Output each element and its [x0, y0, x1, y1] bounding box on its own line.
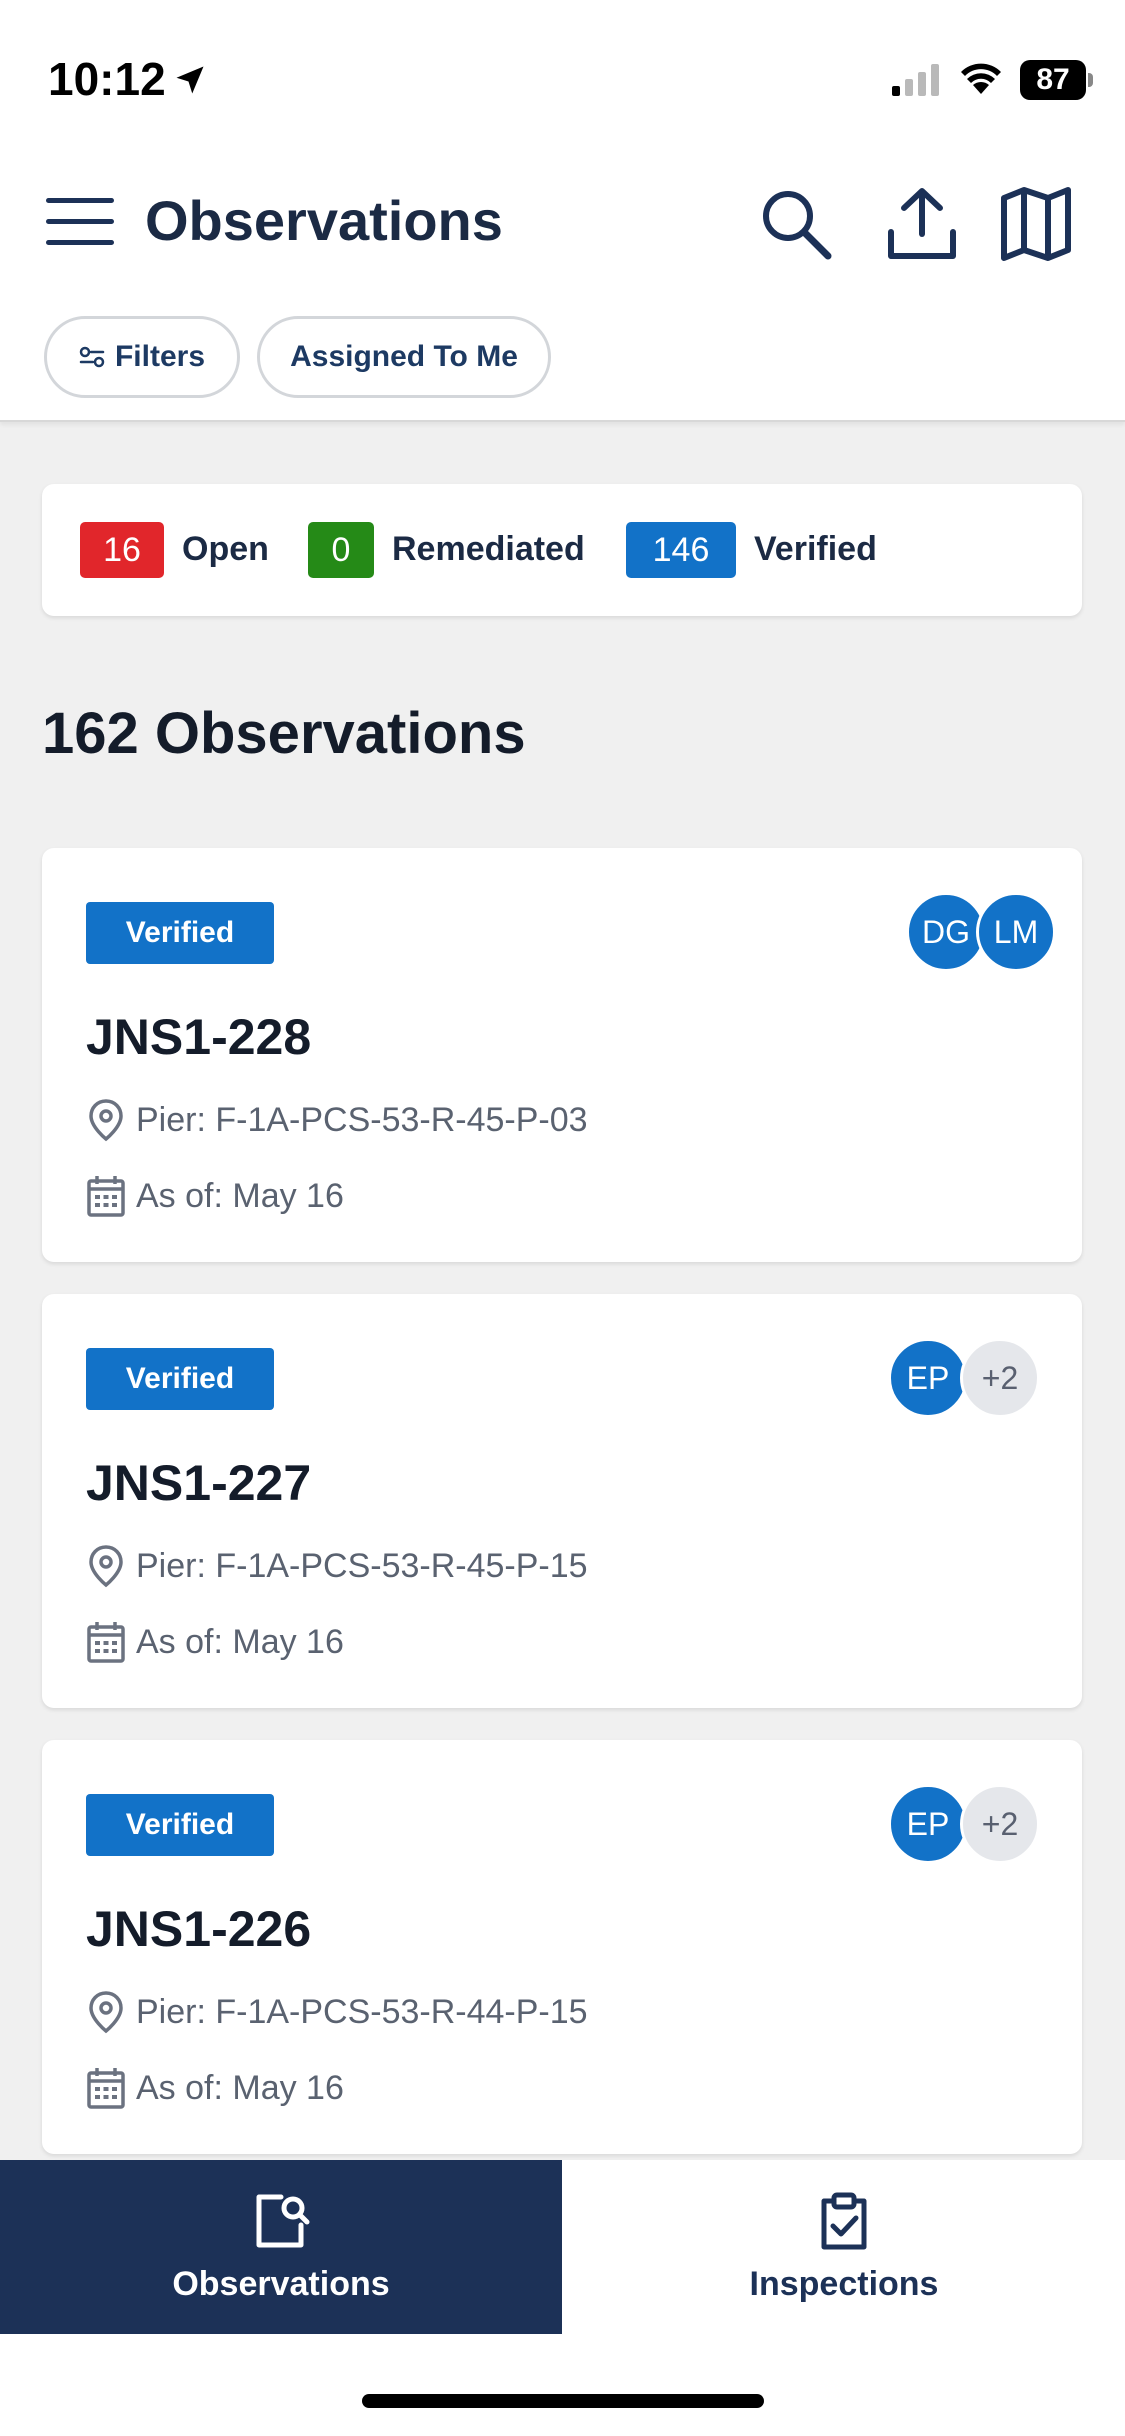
tab-observations-label: Observations — [172, 2264, 390, 2303]
more-assignees-badge: +2 — [960, 1338, 1040, 1418]
calendar-icon — [87, 1176, 125, 1217]
status-time: 10:12 — [48, 53, 166, 105]
status-badge: Verified — [86, 902, 274, 964]
tab-inspections[interactable]: Inspections — [563, 2160, 1125, 2334]
remediated-count-badge: 0 — [308, 522, 374, 578]
calendar-icon — [87, 2068, 125, 2109]
status-badge: Verified — [86, 1348, 274, 1410]
observation-location: Pier: F-1A-PCS-53-R-45-P-03 — [136, 1100, 588, 1139]
observation-id: JNS1-227 — [86, 1455, 312, 1511]
assigned-to-me-button[interactable]: Assigned To Me — [257, 316, 551, 398]
observations-screen: 10:12 87 Observations Filters Assigned T… — [0, 0, 1125, 2436]
observation-location: Pier: F-1A-PCS-53-R-44-P-15 — [136, 1992, 588, 2031]
avatar: EP — [888, 1784, 968, 1864]
observation-card[interactable]: Verified EP +2 JNS1-227 Pier: F-1A-PCS-5… — [42, 1294, 1082, 1708]
hamburger-menu-icon[interactable] — [46, 196, 114, 248]
verified-label: Verified — [754, 530, 877, 568]
battery-icon: 87 — [1020, 60, 1093, 100]
observation-id: JNS1-226 — [86, 1901, 312, 1957]
avatar: DG — [906, 892, 986, 972]
filter-sliders-icon — [79, 346, 105, 368]
location-pin-icon — [89, 1545, 123, 1588]
location-pin-icon — [89, 1099, 123, 1142]
upload-icon[interactable] — [886, 186, 958, 262]
search-icon[interactable] — [758, 186, 834, 262]
clipboard-check-icon — [821, 2192, 867, 2249]
home-indicator[interactable] — [362, 2394, 764, 2408]
remediated-label: Remediated — [392, 530, 585, 568]
avatar: LM — [976, 892, 1056, 972]
observation-date: As of: May 16 — [136, 1176, 344, 1215]
filters-button[interactable]: Filters — [44, 316, 240, 398]
status-bar: 10:12 87 — [0, 0, 1125, 160]
tab-observations[interactable]: Observations — [0, 2160, 562, 2334]
observation-date: As of: May 16 — [136, 1622, 344, 1661]
cellular-signal-icon — [892, 64, 939, 96]
observation-card[interactable]: Verified DG LM JNS1-228 Pier: F-1A-PCS-5… — [42, 848, 1082, 1262]
status-badge: Verified — [86, 1794, 274, 1856]
open-label: Open — [182, 530, 269, 568]
open-count-badge: 16 — [80, 522, 164, 578]
assigned-to-me-label: Assigned To Me — [290, 340, 518, 373]
avatar: EP — [888, 1338, 968, 1418]
observation-date: As of: May 16 — [136, 2068, 344, 2107]
observation-location: Pier: F-1A-PCS-53-R-45-P-15 — [136, 1546, 588, 1585]
filters-label: Filters — [114, 340, 206, 373]
page-title: Observations — [145, 189, 503, 252]
more-assignees-badge: +2 — [960, 1784, 1040, 1864]
observations-count-heading: 162 Observations — [42, 701, 526, 766]
tab-inspections-label: Inspections — [749, 2264, 939, 2303]
wifi-icon — [961, 63, 1001, 94]
observation-id: JNS1-228 — [86, 1009, 312, 1065]
bottom-tab-bar: Observations Inspections — [0, 2160, 1125, 2336]
verified-count-badge: 146 — [626, 522, 736, 578]
location-pin-icon — [89, 1991, 123, 2034]
calendar-icon — [87, 1622, 125, 1663]
location-arrow-icon — [176, 66, 204, 94]
map-icon[interactable] — [1000, 186, 1072, 262]
observation-card[interactable]: Verified EP +2 JNS1-226 Pier: F-1A-PCS-5… — [42, 1740, 1082, 2154]
app-header: Observations Filters Assigned To Me — [0, 160, 1125, 422]
battery-level: 87 — [1020, 60, 1086, 100]
observations-icon — [256, 2194, 310, 2247]
status-summary-card: 16 Open 0 Remediated 146 Verified — [42, 484, 1082, 616]
